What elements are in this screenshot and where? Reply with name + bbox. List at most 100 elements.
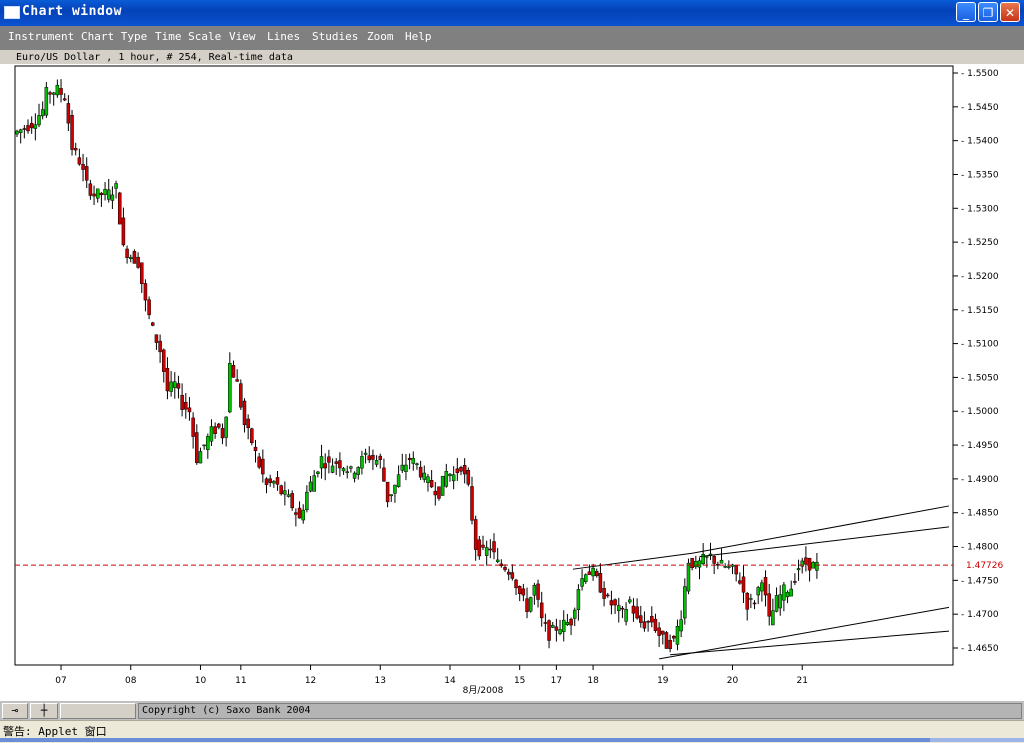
candle-down (140, 262, 144, 284)
x-tick-label: 17 (551, 676, 562, 686)
candle-up (352, 472, 357, 479)
candle-up (400, 464, 405, 471)
menu-view[interactable]: View (229, 30, 256, 43)
candle-down (143, 283, 148, 301)
candle-down (602, 588, 606, 599)
candle-up (37, 115, 41, 126)
candle-up (422, 472, 427, 480)
x-tick-label: 14 (444, 676, 456, 686)
candle-down (371, 454, 375, 460)
x-axis-month-label: 8月/2008 (463, 685, 504, 696)
candle-up (771, 610, 775, 626)
chart-header: Euro/US Dollar , 1 hour, # 254, Real-tim… (16, 52, 293, 63)
candle-up (727, 566, 731, 568)
candle-down (587, 571, 592, 575)
candle-down (22, 128, 27, 130)
y-tick-label: - 1.5050 (961, 373, 999, 383)
candle-down (429, 480, 434, 488)
candle-down (609, 600, 614, 606)
candle-down (264, 478, 269, 485)
candle-down (117, 192, 122, 225)
x-tick-label: 19 (657, 676, 669, 686)
candle-down (92, 193, 96, 197)
candle-down (77, 157, 82, 165)
menu-lines[interactable]: Lines (267, 30, 300, 43)
candle-down (459, 467, 463, 472)
candle-down (613, 599, 617, 606)
candle-up (558, 629, 562, 634)
menu-instrument[interactable]: Instrument (8, 30, 74, 43)
candle-down (672, 635, 676, 639)
candle-down (158, 340, 162, 353)
candle-down (488, 548, 493, 551)
candle-up (697, 560, 702, 568)
window-title: Chart window (22, 4, 122, 19)
candle-down (466, 469, 471, 485)
y-tick-label: - 1.4900 (961, 475, 999, 485)
y-tick-label: - 1.5200 (961, 272, 999, 282)
candle-up (360, 456, 364, 469)
chart-area[interactable]: - 1.5500 - 1.5450 - 1.5400 - 1.5350 - 1.5300… (0, 64, 1024, 700)
candle-down (734, 565, 738, 575)
candle-down (510, 572, 515, 579)
candle-up (561, 619, 566, 632)
y-tick-label: - 1.5250 (961, 238, 999, 248)
y-tick-label: - 1.5350 (961, 170, 999, 180)
candle-up (396, 474, 401, 487)
menu-chart-type[interactable]: Chart Type (81, 30, 147, 43)
minimize-button[interactable]: _ (956, 2, 976, 22)
x-tick-label: 20 (727, 676, 739, 686)
candle-down (378, 455, 383, 460)
candle-down (712, 556, 716, 564)
candle-up (572, 609, 577, 619)
candle-down (246, 418, 250, 429)
candle-down (606, 594, 610, 597)
y-tick-label: - 1.5300 (961, 204, 999, 214)
menu-zoom[interactable]: Zoom (367, 30, 394, 43)
candle-down (492, 541, 496, 553)
candle-down (716, 563, 720, 566)
candlestick-chart[interactable]: - 1.5500 - 1.5450 - 1.5400 - 1.5350 - 1.5300… (0, 64, 1024, 700)
menu-help[interactable]: Help (405, 30, 432, 43)
candle-up (411, 458, 416, 464)
candle-down (635, 606, 639, 619)
candle-up (782, 584, 786, 601)
y-tick-label: - 1.5150 (961, 306, 999, 316)
candle-up (683, 586, 687, 619)
close-button[interactable]: ✕ (1000, 2, 1020, 22)
candle-down (642, 621, 647, 629)
menu-time-scale[interactable]: Time Scale (155, 30, 221, 43)
candle-down (180, 394, 184, 410)
y-tick-label: - 1.5000 (961, 407, 999, 417)
candle-down (477, 539, 482, 557)
candle-down (661, 630, 665, 635)
candle-up (283, 490, 287, 495)
candle-down (73, 148, 78, 151)
pin-button[interactable]: ⊸ (2, 703, 28, 719)
candle-up (675, 626, 680, 645)
y-tick-label: - 1.5500 (961, 69, 999, 79)
menu-studies[interactable]: Studies (312, 30, 358, 43)
candle-down (132, 251, 137, 264)
candle-down (268, 478, 272, 483)
candle-down (261, 458, 265, 475)
candle-down (257, 456, 261, 468)
candle-down (151, 322, 155, 326)
candle-down (84, 166, 89, 181)
candle-up (305, 491, 309, 511)
candle-down (631, 605, 636, 614)
restore-button[interactable]: ❐ (978, 2, 998, 22)
candle-up (301, 509, 305, 521)
candle-down (88, 183, 93, 196)
candle-up (363, 452, 368, 455)
candle-down (327, 456, 331, 463)
candle-up (565, 621, 570, 625)
app-icon (4, 6, 20, 19)
candle-up (330, 465, 335, 473)
candle-up (345, 471, 349, 473)
crosshair-button[interactable]: ┼ (30, 703, 58, 719)
candle-down (231, 365, 236, 378)
candle-down (657, 627, 661, 636)
candle-down (217, 423, 221, 428)
x-tick-label: 18 (587, 676, 599, 686)
